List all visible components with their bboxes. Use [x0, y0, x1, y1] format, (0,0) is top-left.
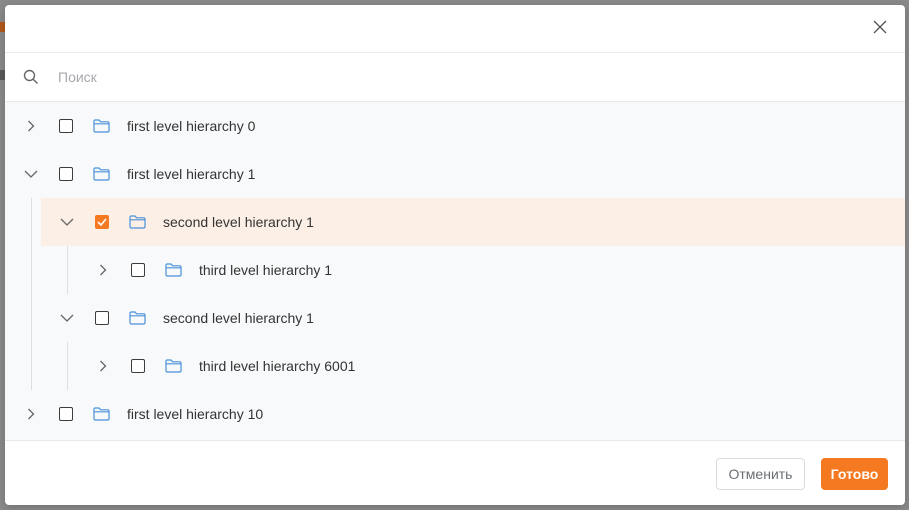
folder-icon — [93, 118, 111, 134]
node-checkbox[interactable] — [59, 167, 73, 181]
tree-node-row[interactable]: first level hierarchy 10 — [5, 390, 905, 438]
dialog-footer: Отменить Готово — [5, 442, 905, 505]
node-label: third level hierarchy 6001 — [199, 358, 356, 374]
search-input[interactable] — [56, 68, 760, 86]
node-label: first level hierarchy 0 — [127, 118, 256, 134]
hierarchy-tree: first level hierarchy 0 first level hiera… — [5, 102, 905, 441]
tree-node-row[interactable]: third level hierarchy 6001 — [5, 342, 905, 390]
chevron-right-icon[interactable] — [23, 118, 39, 134]
node-checkbox[interactable] — [131, 359, 145, 373]
node-checkbox[interactable] — [131, 263, 145, 277]
node-label: second level hierarchy 1 — [163, 214, 314, 230]
node-label: first level hierarchy 1 — [127, 166, 256, 182]
folder-icon — [93, 166, 111, 182]
folder-icon — [129, 310, 147, 326]
cancel-button[interactable]: Отменить — [716, 457, 805, 490]
folder-icon — [165, 262, 183, 278]
chevron-down-icon[interactable] — [59, 214, 75, 230]
done-button[interactable]: Готово — [821, 457, 888, 490]
search-bar — [5, 53, 905, 102]
dialog-header — [5, 5, 905, 53]
search-icon — [23, 68, 41, 86]
close-button[interactable] — [869, 18, 891, 40]
folder-icon — [165, 358, 183, 374]
tree-node-row[interactable]: second level hierarchy 1 — [5, 294, 905, 342]
node-checkbox[interactable] — [95, 311, 109, 325]
node-label: second level hierarchy 1 — [163, 310, 314, 326]
node-checkbox[interactable] — [59, 119, 73, 133]
tree-node-row[interactable]: first level hierarchy 0 — [5, 102, 905, 150]
node-label: third level hierarchy 1 — [199, 262, 333, 278]
tree-node-row[interactable]: second level hierarchy 1 — [41, 198, 905, 246]
folder-icon — [129, 214, 147, 230]
folder-icon — [93, 406, 111, 422]
node-label: first level hierarchy 10 — [127, 406, 264, 422]
chevron-down-icon[interactable] — [59, 310, 75, 326]
chevron-right-icon[interactable] — [95, 358, 111, 374]
chevron-down-icon[interactable] — [23, 166, 39, 182]
close-icon — [873, 20, 887, 39]
tree-node-row[interactable]: third level hierarchy 1 — [5, 246, 905, 294]
chevron-right-icon[interactable] — [95, 262, 111, 278]
tree-select-dialog: first level hierarchy 0 first level hiera… — [5, 5, 905, 505]
node-checkbox[interactable] — [95, 215, 109, 229]
node-checkbox[interactable] — [59, 407, 73, 421]
chevron-right-icon[interactable] — [23, 406, 39, 422]
tree-node-row[interactable]: first level hierarchy 1 — [5, 150, 905, 198]
